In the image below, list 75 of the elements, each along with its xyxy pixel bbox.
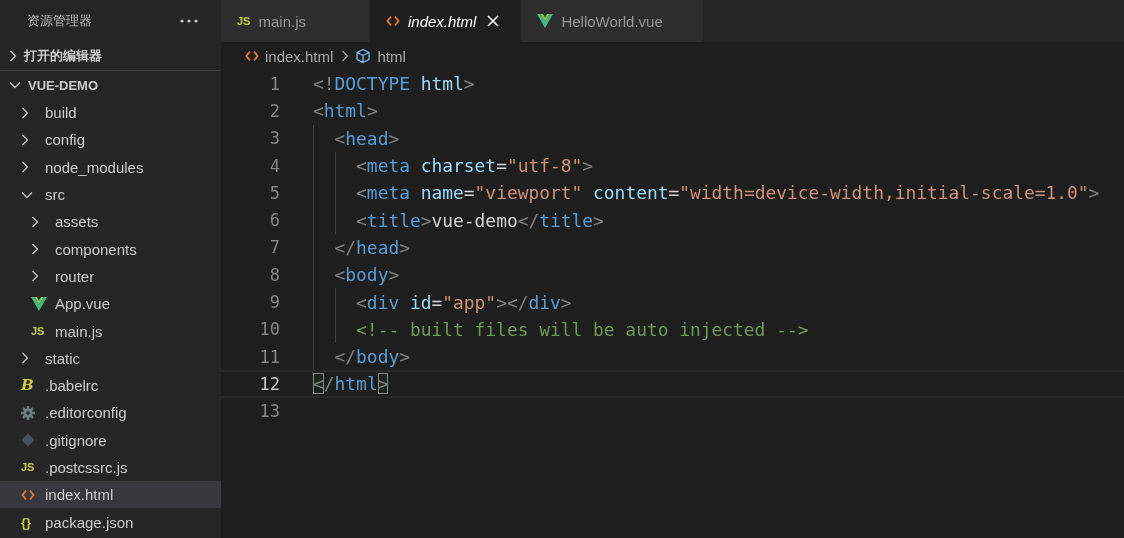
file-item[interactable]: .gitignore [0,426,221,454]
line-number: 2 [268,100,280,121]
code-line: </body> [333,346,410,368]
braces-icon: {} [21,515,32,529]
line-number: 3 [268,128,280,149]
js-icon: JS [237,15,251,27]
breadcrumb-item[interactable]: html [377,47,406,65]
code-line: <head> [333,127,400,149]
folder-item[interactable]: components [0,235,221,263]
line-number: 13 [258,401,280,422]
line-number: 7 [268,237,280,258]
chevron-down-icon [21,190,33,199]
editor-tab[interactable]: HelloWorld.vue [521,0,705,42]
code-line: <meta name="viewport" content="width=device-width,initial-scale=1.0"> [355,182,1100,204]
file-item[interactable]: {} package.json [0,508,221,536]
v-logo-icon [31,296,47,311]
folder-item[interactable]: src [0,180,221,209]
chevron-right-icon [31,270,39,283]
file-item[interactable]: JS main.js [0,317,221,345]
cube-icon [355,48,372,64]
code-line: <div id="app"></div> [355,291,572,313]
line-number: 4 [268,155,280,176]
more-icon[interactable] [179,18,199,24]
code-line: <!-- built files will be auto injected --> [355,318,809,340]
chevron-right-icon [21,161,29,174]
file-item[interactable]: .editorconfig [0,399,221,427]
file-item[interactable]: index.html [0,481,221,509]
folder-item[interactable]: build [0,99,221,127]
section-header[interactable]: 打开的编辑器 [0,42,221,70]
breadcrumb-item[interactable]: index.html [265,47,334,65]
chevron-down-icon [9,81,21,89]
file-item[interactable]: App.vue [0,290,221,318]
code-line: <html> [313,100,378,122]
folder-item[interactable]: assets [0,208,221,236]
angle-brackets-icon [21,488,35,501]
editor-tab[interactable]: JS main.js [221,0,370,42]
line-number: 11 [258,346,280,367]
code-line: <body> [333,264,400,286]
chevron-right-icon [9,50,17,62]
line-number: 6 [268,210,280,231]
editor-tab[interactable]: index.html [370,0,522,42]
code-line: </head> [333,236,410,258]
file-item[interactable]: B .babelrc [0,371,221,400]
code-line: <title>vue-demo</title> [355,209,604,231]
folder-item[interactable]: node_modules [0,153,221,181]
panel-title: 资源管理器 [27,12,92,30]
diamond-icon [21,433,35,448]
js-icon: JS [31,325,45,337]
js-icon: JS [21,462,35,473]
chevron-right-icon [21,352,29,365]
chevron-right-icon [31,215,39,228]
chevron-right-icon [21,106,29,119]
line-number: 10 [258,319,280,340]
gear-icon [21,405,35,420]
folder-item[interactable]: config [0,126,221,154]
line-number: 12 [258,373,280,394]
line-number: 9 [268,292,280,312]
code-line: </html> [313,373,389,395]
chevron-right-icon [31,243,39,256]
close-icon[interactable] [486,14,501,28]
chevron-right-icon [341,50,350,62]
letter-icon: B [21,378,34,394]
code-line: <meta charset="utf-8"> [355,155,594,177]
folder-item[interactable]: router [0,262,221,291]
line-number: 5 [268,182,280,203]
code-line: <!DOCTYPE html> [313,73,475,95]
line-number: 8 [268,264,280,285]
angle-brackets-icon [386,15,400,27]
folder-item[interactable]: static [0,344,221,372]
v-logo-icon [537,14,554,28]
line-number: 1 [268,73,280,94]
section-header[interactable]: VUE-DEMO [0,70,221,99]
angle-brackets-icon [245,50,259,62]
chevron-right-icon [21,133,29,146]
file-item[interactable]: JS .postcssrc.js [0,453,221,482]
